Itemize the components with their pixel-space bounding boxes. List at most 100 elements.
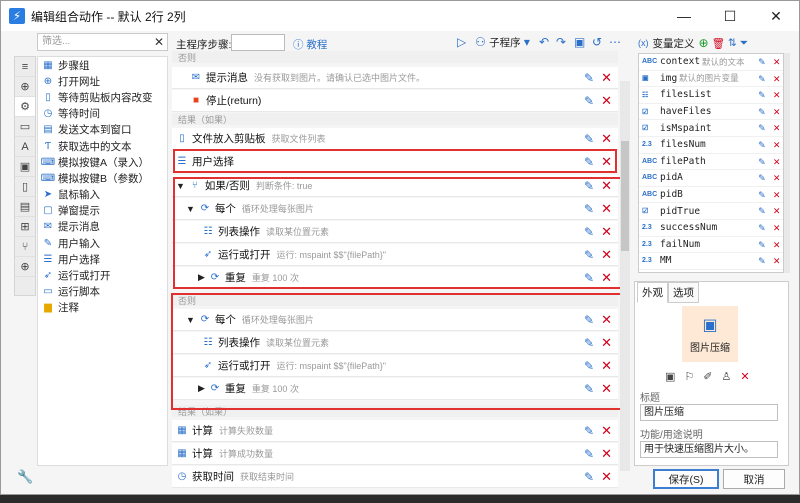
flow-scrollbar[interactable] xyxy=(620,81,630,471)
delete-icon[interactable]: ✕ xyxy=(601,423,612,439)
save-icon[interactable]: ▣ xyxy=(574,35,585,49)
variable-row[interactable]: ☷ filesList ✎ ✕ xyxy=(639,87,783,104)
tool-item[interactable]: ▆ 注释 xyxy=(38,300,167,316)
edit-icon[interactable]: ✎ xyxy=(758,155,765,168)
wrench-icon[interactable]: 🔧 xyxy=(17,469,33,485)
delete-icon[interactable]: ✕ xyxy=(773,238,780,251)
edit-icon[interactable]: ✎ xyxy=(584,132,594,146)
tool-item[interactable]: ⌨ 模拟按键B（参数） xyxy=(38,170,167,186)
step-row[interactable]: ■ 停止(return) ✎ ✕ xyxy=(172,90,618,112)
delete-icon[interactable]: ✕ xyxy=(773,138,780,151)
variable-row[interactable]: ☑ isMspaint ✎ ✕ xyxy=(639,120,783,137)
trash-icon[interactable]: 🗑 xyxy=(712,37,725,50)
branch-tab-icon[interactable]: ⑂ xyxy=(15,237,35,257)
brush-icon[interactable]: ✐ xyxy=(703,370,712,383)
edit-icon[interactable]: ✎ xyxy=(584,470,594,484)
edit-icon[interactable]: ✎ xyxy=(758,188,765,201)
delete-icon[interactable]: ✕ xyxy=(773,121,780,134)
delete-icon[interactable]: ✕ xyxy=(773,204,780,217)
window-tab-icon[interactable]: ▭ xyxy=(15,117,35,137)
tab-options[interactable]: 选项 xyxy=(668,282,699,303)
step-row[interactable]: ▦ 计算 计算成功数量 ✎ ✕ xyxy=(172,443,618,465)
redo-icon[interactable]: ↷ xyxy=(556,35,566,49)
flag-icon[interactable]: ⚐ xyxy=(684,370,694,383)
step-row[interactable]: ▦ 计算 计算失败数量 ✎ ✕ xyxy=(172,420,618,442)
remove-icon[interactable]: ✕ xyxy=(740,370,749,383)
tab-appearance[interactable]: 外观 xyxy=(637,282,668,303)
filter-input[interactable]: 筛选... ✕ xyxy=(37,33,168,51)
tool-item[interactable]: ⊕ 打开网址 xyxy=(38,73,167,89)
variable-row[interactable]: ABC pidB ✎ ✕ xyxy=(639,187,783,204)
variable-row[interactable]: 2.3 filesNum ✎ ✕ xyxy=(639,137,783,154)
description-field[interactable]: 用于快速压缩图片大小。 xyxy=(640,441,778,458)
tool-item[interactable]: ☰ 用户选择 xyxy=(38,251,167,267)
more-icon[interactable]: ⋯ xyxy=(609,35,621,49)
edit-icon[interactable]: ✎ xyxy=(758,88,765,101)
variable-row[interactable]: ☑ pidTrue ✎ ✕ xyxy=(639,203,783,220)
tool-item[interactable]: Ƭ 获取选中的文本 xyxy=(38,138,167,154)
globe2-tab-icon[interactable]: ⊕ xyxy=(15,257,35,277)
cancel-button[interactable]: 取消 xyxy=(723,469,785,489)
scroll-thumb[interactable] xyxy=(621,141,629,251)
sort-icon[interactable]: ⇅ xyxy=(728,37,737,49)
variable-row[interactable]: 2.3 failNum ✎ ✕ xyxy=(639,237,783,254)
delete-icon[interactable]: ✕ xyxy=(773,188,780,201)
tool-item[interactable]: ➶ 运行或打开 xyxy=(38,267,167,283)
close-button[interactable]: ✕ xyxy=(753,1,799,31)
image-icon[interactable]: ▣ xyxy=(665,370,675,383)
font-tab-icon[interactable]: A xyxy=(15,137,35,157)
variable-scrollbar[interactable] xyxy=(784,53,790,273)
maximize-button[interactable]: ☐ xyxy=(707,1,753,31)
delete-icon[interactable]: ✕ xyxy=(773,155,780,168)
edit-icon[interactable]: ✎ xyxy=(758,171,765,184)
delete-icon[interactable]: ✕ xyxy=(773,72,780,85)
subprogram-button[interactable]: ⚇ 子程序 ▾ xyxy=(475,35,530,50)
tool-item[interactable]: ◷ 等待时间 xyxy=(38,106,167,122)
delete-icon[interactable]: ✕ xyxy=(601,446,612,462)
edit-icon[interactable]: ✎ xyxy=(584,447,594,461)
tool-item[interactable]: ➤ 鼠标输入 xyxy=(38,187,167,203)
tool-item[interactable]: ✎ 用户输入 xyxy=(38,235,167,251)
edit-icon[interactable]: ✎ xyxy=(758,204,765,217)
tool-item[interactable]: ▯ 等待剪贴板内容改变 xyxy=(38,89,167,105)
edit-icon[interactable]: ✎ xyxy=(758,238,765,251)
edit-icon[interactable]: ✎ xyxy=(758,105,765,118)
step-row[interactable]: ◷ 获取时间 获取结束时间 ✎ ✕ xyxy=(172,466,618,488)
tool-item[interactable]: ✉ 提示消息 xyxy=(38,219,167,235)
tool-item[interactable]: ▦ 步骤组 xyxy=(38,57,167,73)
delete-icon[interactable]: ✕ xyxy=(601,70,612,86)
variable-row[interactable]: ☑ haveFiles ✎ ✕ xyxy=(639,104,783,121)
minimize-button[interactable]: — xyxy=(661,1,707,31)
tool-item[interactable]: ▢ 弹窗提示 xyxy=(38,203,167,219)
step-row[interactable]: ✉ 提示消息 没有获取到图片。请确认已选中图片文件。 ✎ ✕ xyxy=(172,67,618,89)
variable-row[interactable]: ABC context 默认的文本 ✎ ✕ xyxy=(639,54,783,71)
list-tab-icon[interactable]: ≡ xyxy=(15,57,35,77)
add-variable-icon[interactable]: ⊕ xyxy=(699,36,709,50)
tool-item[interactable]: ⌨ 模拟按键A（录入） xyxy=(38,154,167,170)
document-tab-icon[interactable]: ▤ xyxy=(15,197,35,217)
history-icon[interactable]: ↺ xyxy=(592,35,602,49)
edit-icon[interactable]: ✎ xyxy=(584,94,594,108)
tool-item[interactable]: ▤ 发送文本到窗口 xyxy=(38,122,167,138)
steps-input[interactable] xyxy=(231,34,285,51)
variable-row[interactable]: ABC pidA ✎ ✕ xyxy=(639,170,783,187)
save-button[interactable]: 保存(S) xyxy=(653,469,719,489)
action-tile[interactable]: ▣ 图片压缩 xyxy=(682,306,738,362)
clipboard-tab-icon[interactable]: ▯ xyxy=(15,177,35,197)
undo-icon[interactable]: ↶ xyxy=(539,35,549,49)
edit-icon[interactable]: ✎ xyxy=(758,254,765,267)
image-tab-icon[interactable]: ▣ xyxy=(15,157,35,177)
variable-row[interactable]: 2.3 successNum ✎ ✕ xyxy=(639,220,783,237)
edit-icon[interactable]: ✎ xyxy=(584,71,594,85)
tool-item[interactable]: ▭ 运行脚本 xyxy=(38,284,167,300)
delete-icon[interactable]: ✕ xyxy=(601,469,612,485)
edit-icon[interactable]: ✎ xyxy=(758,221,765,234)
gear-tab-icon[interactable]: ⚙ xyxy=(15,97,35,117)
edit-icon[interactable]: ✎ xyxy=(584,424,594,438)
edit-icon[interactable]: ✎ xyxy=(758,138,765,151)
delete-icon[interactable]: ✕ xyxy=(773,171,780,184)
edit-icon[interactable]: ✎ xyxy=(758,72,765,85)
title-field[interactable]: 图片压缩 xyxy=(640,404,778,421)
delete-icon[interactable]: ✕ xyxy=(773,221,780,234)
variable-row[interactable]: ABC filePath ✎ ✕ xyxy=(639,154,783,171)
